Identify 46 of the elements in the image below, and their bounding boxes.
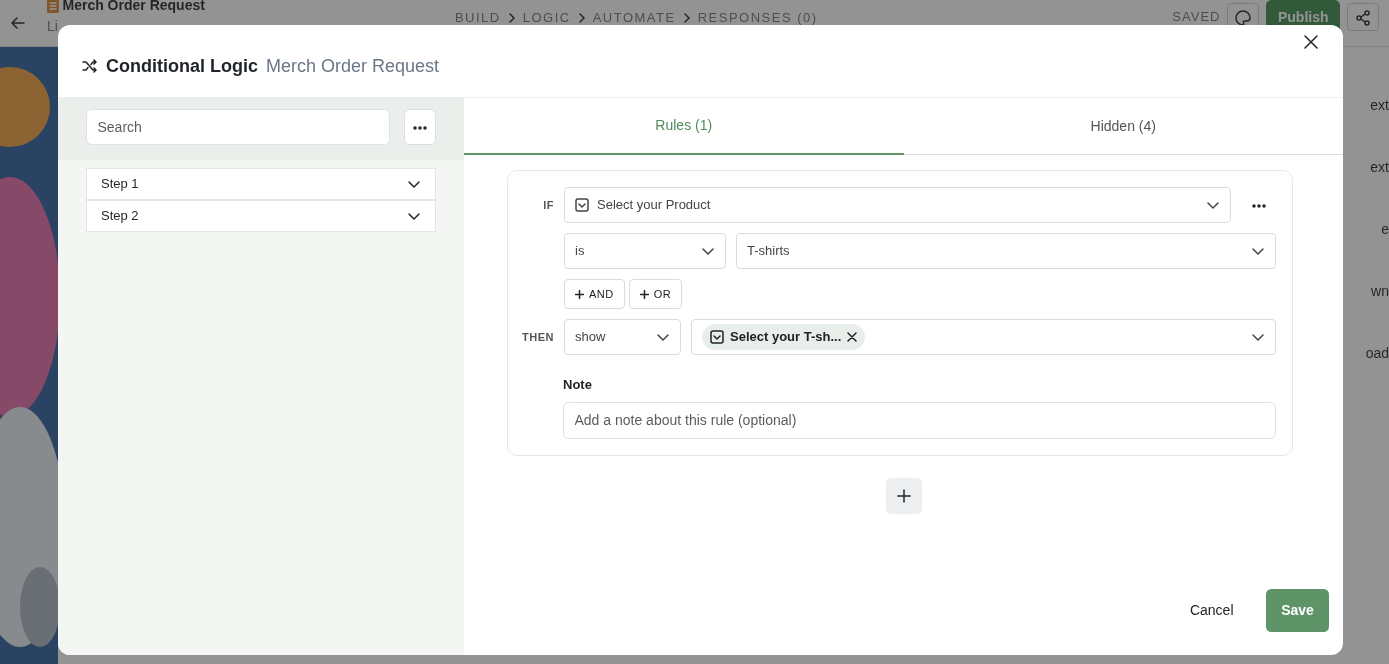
search-field[interactable]: Search (86, 109, 390, 145)
note-label: Note (563, 376, 593, 394)
form-subtitle: Li (47, 17, 59, 36)
palette-icon (1235, 9, 1252, 26)
note-field[interactable]: Add a note about this rule (optional) (563, 401, 1276, 439)
field-type-label: wn (1371, 282, 1389, 301)
save-status: SAVED (1172, 8, 1221, 27)
field-type-label: ext (1370, 96, 1389, 115)
chevron-right-icon (507, 13, 516, 23)
form-title: Merch Order Request (62, 0, 205, 15)
remove-icon[interactable] (847, 332, 858, 342)
value-dropdown[interactable]: T-shirts (736, 233, 1276, 269)
field-dropdown[interactable]: Select your Product (564, 187, 1231, 223)
share-button[interactable] (1347, 3, 1379, 31)
more-icon (1251, 203, 1266, 208)
share-icon (1355, 9, 1371, 26)
dialog-title: Conditional Logic (106, 54, 258, 78)
field-type-label: ext (1370, 158, 1389, 177)
action-dropdown[interactable]: show (564, 319, 681, 355)
chevron-right-icon (682, 13, 691, 23)
more-button[interactable] (403, 109, 436, 145)
checkbox-icon (575, 198, 589, 212)
shuffle-icon (82, 59, 98, 73)
or-button[interactable]: OR (628, 279, 683, 309)
cancel-button[interactable]: Cancel (1178, 593, 1245, 628)
plus-icon (639, 289, 649, 299)
condition-label: IF (542, 197, 554, 213)
and-button[interactable]: AND (564, 279, 625, 309)
dialog-subtitle: Merch Order Request (266, 54, 440, 78)
more-icon (412, 125, 427, 130)
field-type-label: e (1381, 220, 1389, 239)
chevron-right-icon (577, 13, 586, 23)
close-icon (1304, 34, 1318, 49)
checkbox-icon (710, 330, 724, 344)
plus-icon (896, 489, 911, 504)
step-item[interactable]: Step 1 (86, 168, 436, 200)
step-item[interactable]: Step 2 (86, 200, 436, 232)
target-dropdown[interactable]: Select your T-sh... (691, 319, 1276, 355)
plus-icon (575, 289, 584, 299)
add-rule-button[interactable] (885, 477, 922, 514)
field-type-label: oad (1365, 344, 1389, 363)
field-chip[interactable]: Select your T-sh... (702, 324, 866, 350)
save-button[interactable]: Save (1266, 589, 1329, 632)
condition-label: THEN (521, 329, 554, 345)
operator-dropdown[interactable]: is (564, 233, 726, 269)
back-icon[interactable] (10, 15, 26, 31)
